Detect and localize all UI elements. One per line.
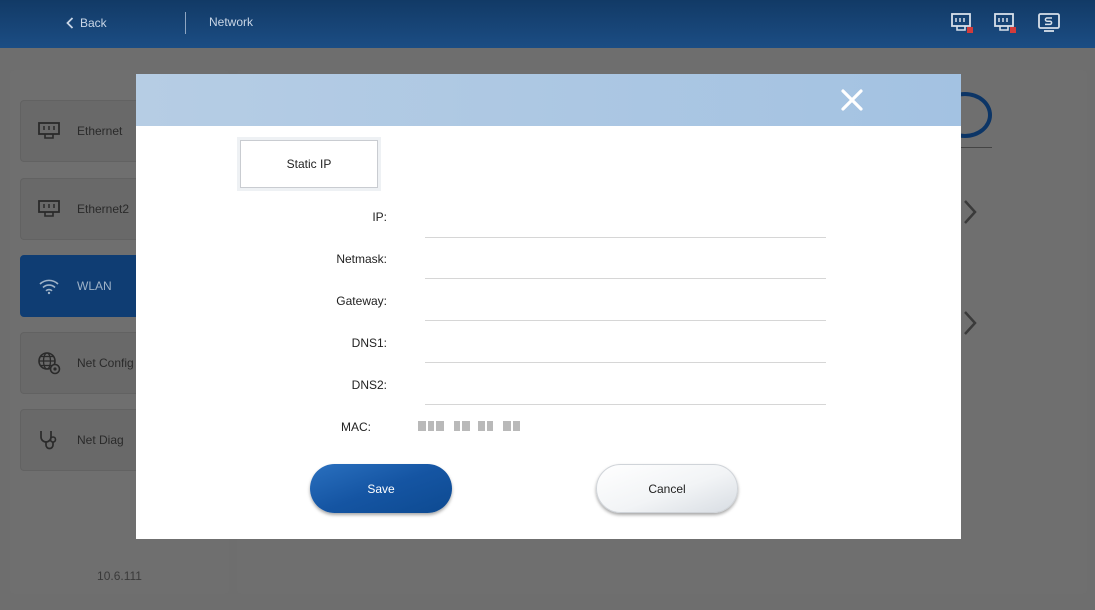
mac-label: MAC: — [341, 420, 371, 434]
save-button[interactable]: Save — [310, 464, 452, 513]
back-label: Back — [80, 16, 107, 30]
ip-mode-button[interactable]: Static IP — [240, 140, 378, 188]
netmask-input[interactable] — [425, 251, 826, 279]
header-divider — [185, 12, 186, 34]
static-ip-dialog: Static IP IP: Netmask: Gateway: DNS1: DN… — [136, 74, 961, 539]
screen-share-icon[interactable] — [1037, 12, 1061, 34]
dialog-header — [136, 74, 961, 126]
ethernet-port-icon — [38, 200, 60, 217]
chevron-right-icon[interactable] — [962, 310, 978, 336]
version-label: 10.6.111 — [97, 569, 142, 583]
dns2-input[interactable] — [425, 377, 826, 405]
sidebar-item-label: WLAN — [77, 279, 112, 293]
netmask-label: Netmask: — [336, 252, 387, 266]
globe-gear-icon — [38, 352, 61, 375]
mac-value-redacted — [418, 420, 520, 432]
close-icon[interactable] — [838, 86, 866, 114]
sidebar-item-label: Ethernet2 — [77, 202, 130, 216]
sidebar-item-label: Ethernet — [77, 124, 123, 138]
chevron-right-icon[interactable] — [962, 199, 978, 225]
chevron-left-icon — [66, 17, 74, 29]
top-bar: Back Network — [0, 0, 1095, 48]
ip-label: IP: — [372, 210, 387, 224]
back-button[interactable]: Back — [66, 13, 107, 33]
sidebar-item-label: Net Config — [77, 356, 134, 370]
ethernet-port-icon — [38, 122, 60, 139]
gateway-label: Gateway: — [336, 294, 387, 308]
stethoscope-icon — [40, 431, 57, 450]
dns1-label: DNS1: — [351, 336, 387, 350]
dns1-input[interactable] — [425, 335, 826, 363]
ethernet-disconnected-icon[interactable] — [950, 12, 974, 34]
gateway-input[interactable] — [425, 293, 826, 321]
wifi-icon — [39, 279, 59, 295]
dns2-label: DNS2: — [351, 378, 387, 392]
ip-input[interactable] — [425, 210, 826, 238]
sidebar-item-label: Net Diag — [77, 433, 124, 447]
ethernet2-disconnected-icon[interactable] — [993, 12, 1017, 34]
cancel-button[interactable]: Cancel — [596, 464, 738, 513]
page-title: Network — [209, 15, 254, 29]
